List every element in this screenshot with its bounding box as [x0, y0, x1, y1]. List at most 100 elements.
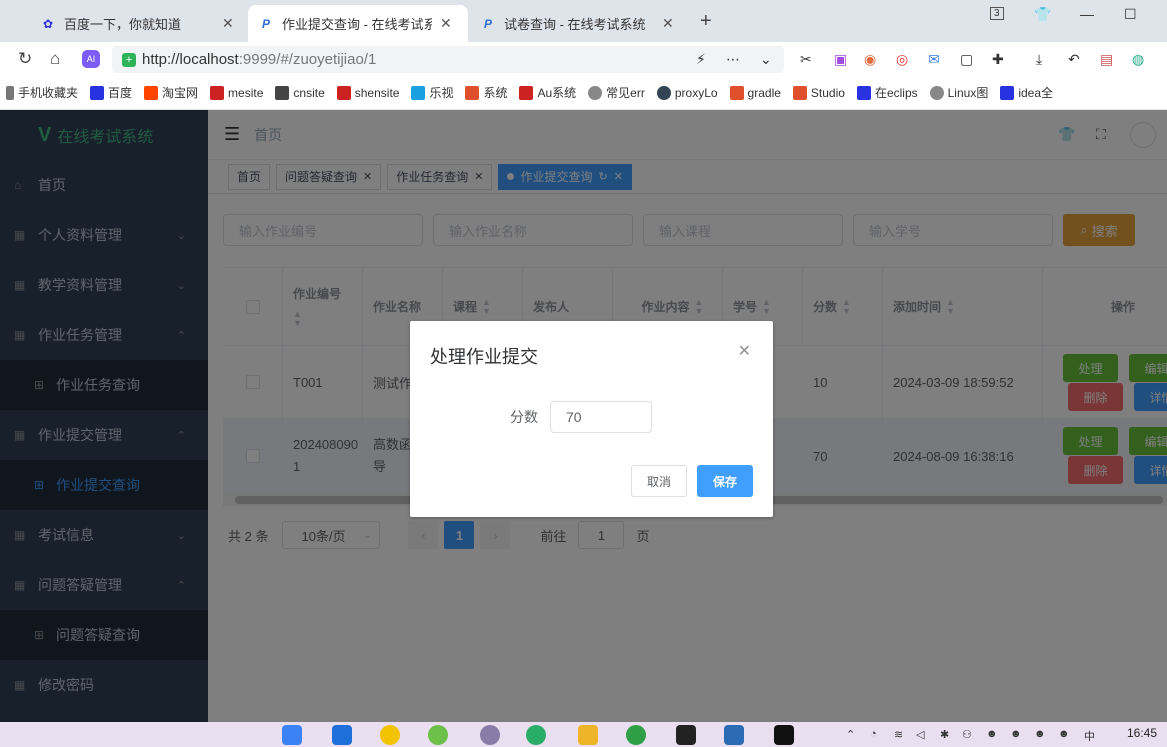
app-icon[interactable] — [332, 725, 352, 745]
bookmark-item[interactable]: idea全 — [1000, 84, 1053, 101]
scissors-icon[interactable]: ✂ — [800, 51, 812, 68]
ai-icon[interactable]: AI — [82, 50, 100, 68]
game-icon[interactable]: ◉ — [864, 51, 876, 68]
taobao-icon — [144, 85, 159, 100]
minimize-icon[interactable]: — — [1080, 6, 1094, 22]
extension-icon[interactable]: ✚ — [992, 51, 1004, 68]
bookmark-item[interactable]: 百度 — [90, 84, 132, 101]
folder-icon[interactable] — [578, 725, 598, 745]
bookmark-item[interactable]: 手机收藏夹 — [6, 84, 78, 101]
terminal-icon[interactable] — [774, 725, 794, 745]
wifi-icon[interactable]: ≋ — [894, 728, 903, 741]
url-path: :9999/#/zuoyetijiao/1 — [238, 51, 377, 68]
browser-icon[interactable] — [626, 725, 646, 745]
more-icon[interactable]: ⋯ — [726, 51, 740, 68]
c-logo-icon — [729, 85, 744, 100]
wechat-icon[interactable] — [526, 725, 546, 745]
tab-label: 作业提交查询 - 在线考试系统 — [282, 17, 432, 32]
shirt-icon[interactable]: 👕 — [1034, 6, 1051, 23]
secure-icon: + — [122, 52, 136, 67]
clock[interactable]: 16:45 — [1127, 726, 1157, 740]
bluetooth-icon[interactable]: ✱ — [940, 728, 949, 741]
site-p-icon: P — [483, 16, 492, 31]
intellij-icon[interactable] — [676, 725, 696, 745]
bookmark-item[interactable]: proxyLo — [656, 85, 718, 100]
home-icon[interactable]: ⌂ — [50, 49, 60, 69]
close-icon[interactable]: ✕ — [222, 15, 234, 32]
weibo-icon[interactable]: ◎ — [896, 51, 908, 68]
qq-icon[interactable]: ☻ — [986, 728, 998, 740]
ime-icon[interactable]: 中 — [1084, 728, 1095, 744]
close-icon[interactable]: ✕ — [662, 15, 674, 32]
window-icon[interactable]: ▢ — [960, 51, 973, 68]
mail-icon[interactable]: ✉ — [928, 51, 940, 68]
score-label: 分数 — [510, 409, 538, 425]
reload-icon[interactable]: ↻ — [18, 49, 32, 69]
site-icon — [519, 85, 534, 100]
translate-icon[interactable]: ▣ — [834, 51, 847, 68]
c-logo-icon — [792, 85, 807, 100]
tab-count-badge[interactable]: 3 — [990, 7, 1004, 20]
tab-label: 百度一下，你就知道 — [64, 17, 182, 32]
tray-icon[interactable]: ◔ — [870, 728, 877, 740]
browser-tab-bar: ✿ 百度一下，你就知道 ✕ P 作业提交查询 - 在线考试系统 ✕ P 试卷查询… — [0, 0, 1167, 42]
address-bar: ↻ ⌂ AI + http://localhost :9999/#/zuoyet… — [0, 42, 1167, 76]
bookmark-item[interactable]: Au系统 — [519, 84, 576, 101]
briefcase-icon[interactable]: ▤ — [1100, 51, 1113, 68]
dialog-title: 处理作业提交 — [430, 347, 538, 367]
bookmark-item[interactable]: 乐视 — [411, 84, 453, 101]
qq-icon[interactable]: ☻ — [1034, 728, 1046, 740]
baidu-paw-icon — [90, 85, 105, 100]
app-icon[interactable] — [380, 725, 400, 745]
site-icon — [210, 85, 225, 100]
maximize-icon[interactable]: ☐ — [1124, 6, 1137, 23]
site-icon — [336, 85, 351, 100]
os-taskbar: ⌃ ◔ ≋ ◁ ✱ ⚇ ☻ ☻ ☻ ☻ 中 16:45 — [0, 722, 1167, 747]
cancel-button[interactable]: 取消 — [631, 465, 687, 497]
baidu-paw-icon: ✿ — [42, 16, 54, 31]
app-icon[interactable] — [724, 725, 744, 745]
bookmark-item[interactable]: 常见err — [588, 84, 645, 101]
tv-icon — [411, 85, 426, 100]
undo-icon[interactable]: ↶ — [1068, 51, 1080, 68]
bookmark-item[interactable]: 系统 — [465, 84, 507, 101]
browser-tab-baidu[interactable]: ✿ 百度一下，你就知道 ✕ — [30, 5, 246, 42]
windows-start-icon[interactable] — [282, 725, 302, 745]
bookmark-item[interactable]: gradle — [729, 85, 781, 100]
app-icon[interactable] — [428, 725, 448, 745]
play-icon — [275, 85, 290, 100]
globe-icon — [929, 85, 944, 100]
bookmark-item[interactable]: Studio — [792, 85, 845, 100]
browser-logo-icon[interactable]: ◍ — [1132, 51, 1144, 68]
close-icon[interactable]: ✕ — [738, 341, 751, 361]
qq-icon[interactable]: ☻ — [1058, 728, 1070, 740]
site-p-icon: P — [261, 16, 270, 31]
process-submission-dialog: 处理作业提交 ✕ 分数 70 取消 保存 — [410, 321, 773, 517]
qq-icon[interactable]: ☻ — [1010, 728, 1022, 740]
tray-icon[interactable]: ⚇ — [962, 728, 972, 741]
download-icon[interactable]: ⤓ — [1036, 51, 1042, 68]
c-logo-icon — [465, 85, 480, 100]
bookmark-item[interactable]: 在eclips — [856, 84, 918, 101]
save-button[interactable]: 保存 — [697, 465, 753, 497]
volume-icon[interactable]: ◁ — [916, 728, 924, 741]
bookmark-item[interactable]: mesite — [210, 85, 263, 100]
close-icon[interactable]: ✕ — [440, 15, 452, 32]
bookmark-item[interactable]: 淘宝网 — [144, 84, 198, 101]
browser-tab-exam[interactable]: P 试卷查询 - 在线考试系统 ✕ — [470, 5, 690, 42]
app-icon[interactable] — [480, 725, 500, 745]
baidu-paw-icon — [856, 85, 871, 100]
browser-tab-homework[interactable]: P 作业提交查询 - 在线考试系统 ✕ — [248, 5, 468, 42]
new-tab-button[interactable]: + — [700, 10, 712, 33]
proxy-icon — [656, 85, 671, 100]
chevron-down-icon[interactable]: ⌄ — [760, 51, 772, 68]
bookmark-item[interactable]: Linux图 — [929, 84, 988, 101]
bookmark-item[interactable]: cnsite — [275, 85, 325, 100]
url-input[interactable]: + http://localhost :9999/#/zuoyetijiao/1 — [112, 46, 784, 73]
url-host: http://localhost — [142, 51, 239, 68]
lightning-icon[interactable]: ⚡ — [696, 51, 706, 68]
score-input[interactable]: 70 — [550, 401, 652, 433]
chevron-up-icon[interactable]: ⌃ — [846, 728, 855, 741]
baidu-paw-icon — [1000, 85, 1015, 100]
bookmark-item[interactable]: shensite — [336, 85, 399, 100]
